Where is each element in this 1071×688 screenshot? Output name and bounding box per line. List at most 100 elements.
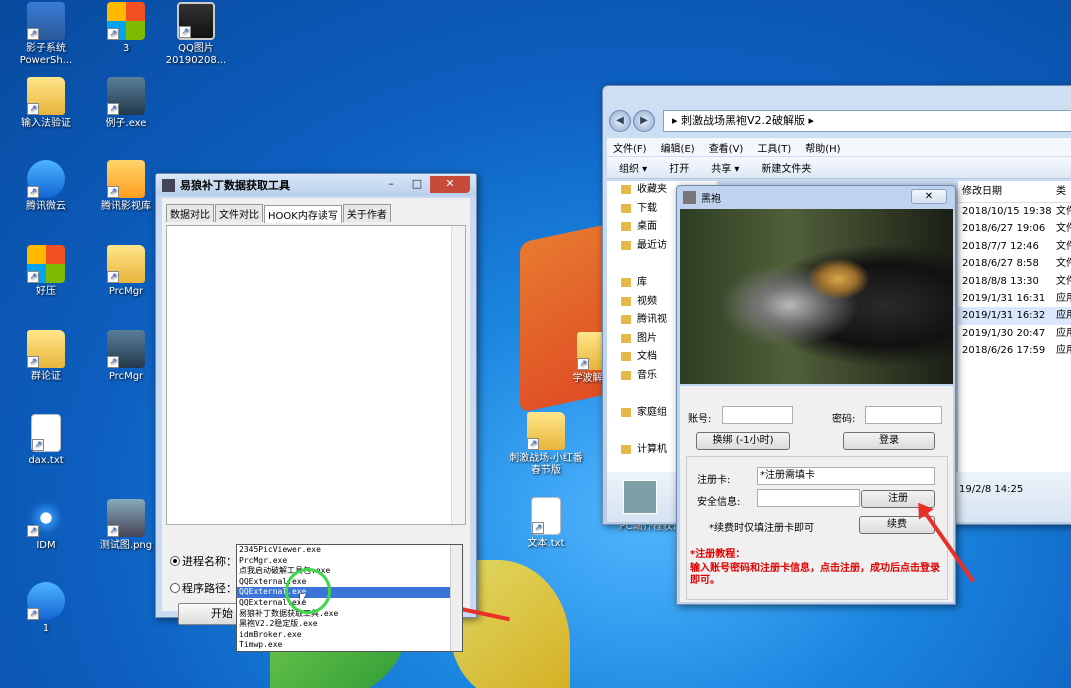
type-cell: 应用 xyxy=(1056,345,1071,357)
start-button[interactable]: 开始 xyxy=(178,603,238,625)
type-cell: 应用 xyxy=(1056,327,1071,339)
table-row[interactable]: 2018/6/27 8:58 文件 xyxy=(958,255,1071,272)
command-button[interactable]: 组织 ▾ xyxy=(619,160,647,175)
orange-icon: ↗ xyxy=(107,160,145,198)
desktop-icon[interactable]: ↗ 文本.txt xyxy=(506,497,586,550)
heipao-window: 黑袍 ✕ 账号: 密码: 换绑 (-1小时) 登录 注册卡: *注册需填卡 安全… xyxy=(676,185,956,605)
process-label: 进程名称： xyxy=(182,555,237,568)
tab-about-author[interactable]: 关于作者 xyxy=(342,204,391,222)
date-cell: 2019/1/31 16:32 xyxy=(962,310,1046,322)
command-button[interactable]: 打开 xyxy=(669,160,689,175)
menu-item[interactable]: 编辑(E) xyxy=(661,140,695,155)
desktop-icon[interactable]: ↗ 刺激战场-小红番春节版 xyxy=(506,412,586,477)
shortcut-arrow-icon: ↗ xyxy=(179,26,191,38)
address-bar[interactable]: ▸ 刺激战场黑袍V2.2破解版 ▸ xyxy=(663,110,1071,132)
path-radio[interactable] xyxy=(170,583,180,593)
dropdown-option[interactable]: Timwp.exe xyxy=(237,640,462,651)
password-input[interactable] xyxy=(865,406,942,424)
menu-item[interactable]: 文件(F) xyxy=(613,140,647,155)
dark-icon: ↗ xyxy=(107,330,145,368)
table-row[interactable]: 2018/10/15 19:38 文件 xyxy=(958,203,1071,220)
desktop-icon[interactable]: ↗ 腾讯微云 xyxy=(6,160,86,213)
desktop-icon[interactable]: ↗ 1 xyxy=(6,582,86,635)
type-cell: 应用 xyxy=(1056,310,1071,322)
desktop-icon[interactable]: ↗ PrcMgr xyxy=(86,330,166,383)
desktop-icon[interactable]: ↗ 好压 xyxy=(6,245,86,298)
renew-button[interactable]: 续费 xyxy=(859,516,935,534)
login-button[interactable]: 登录 xyxy=(843,432,935,450)
process-name-row[interactable]: 进程名称： xyxy=(170,553,237,569)
table-row[interactable]: 2019/1/30 20:47 应用 xyxy=(958,325,1071,342)
desktop-icon[interactable]: ↗ 腾讯影视库 xyxy=(86,160,166,213)
close-button[interactable]: ✕ xyxy=(911,189,947,204)
forward-button[interactable]: ▶ xyxy=(633,110,655,132)
desktop-icon-label: 腾讯影视库 xyxy=(101,201,151,212)
desktop-icon-label: PrcMgr xyxy=(108,371,144,382)
dropdown-option[interactable]: PrcMgr.exe xyxy=(237,556,462,567)
minimize-button[interactable]: – xyxy=(378,176,404,193)
dropdown-option[interactable]: 2345PicViewer.exe xyxy=(237,545,462,556)
dropdown-option[interactable]: QQExternal.exe xyxy=(237,577,462,588)
menu-item[interactable]: 帮助(H) xyxy=(805,140,840,155)
type-column-header[interactable]: 类 xyxy=(1056,181,1066,202)
command-button[interactable]: 共享 ▾ xyxy=(711,160,739,175)
desktop-icon[interactable]: ↗ 3 xyxy=(86,2,166,55)
desktop-icon-label: 例子.exe xyxy=(105,118,147,129)
close-button[interactable]: ✕ xyxy=(430,176,470,193)
account-input[interactable] xyxy=(722,406,793,424)
dropdown-scrollbar[interactable] xyxy=(450,545,462,651)
desktop-icon-label: 刺激战场-小红番春节版 xyxy=(509,453,583,476)
file-icon: ↗ xyxy=(531,497,561,535)
table-row[interactable]: 2018/8/8 13:30 文件 xyxy=(958,273,1071,290)
menu-item[interactable]: 查看(V) xyxy=(709,140,744,155)
tab-data-compare[interactable]: 数据对比 xyxy=(166,204,214,222)
dropdown-option[interactable]: QQExternal.exe xyxy=(237,598,462,609)
desktop-icon-label: 影子系统 PowerSh... xyxy=(19,43,73,66)
table-row[interactable]: 2019/1/31 16:32 应用 xyxy=(958,307,1071,325)
back-button[interactable]: ◀ xyxy=(609,110,631,132)
table-row[interactable]: 2018/6/27 19:06 文件 xyxy=(958,220,1071,237)
desktop-icon[interactable]: ↗ 例子.exe xyxy=(86,77,166,130)
date-column-header[interactable]: 修改日期 xyxy=(962,181,1056,202)
command-button[interactable]: 新建文件夹 xyxy=(761,160,811,175)
dropdown-option[interactable]: 易狼补丁数据获取工具.exe xyxy=(237,609,462,620)
multi-icon: ↗ xyxy=(107,2,145,40)
process-radio[interactable] xyxy=(170,556,180,566)
path-row[interactable]: 程序路径： xyxy=(170,580,237,596)
output-textarea[interactable] xyxy=(166,225,466,525)
maximize-button[interactable]: □ xyxy=(404,176,430,193)
dropdown-option[interactable]: QQExternal.exe xyxy=(237,587,462,598)
desktop-icon[interactable]: ↗ IDM xyxy=(6,499,86,552)
desktop-icon[interactable]: ↗ QQ图片 20190208... xyxy=(156,2,236,67)
desktop-icon[interactable]: ↗ 输入法验证 xyxy=(6,77,86,130)
desktop-icon[interactable]: ↗ dax.txt xyxy=(6,414,86,467)
table-row[interactable]: 2018/6/26 17:59 应用 xyxy=(958,342,1071,359)
desktop-icon[interactable]: ↗ 测试图.png xyxy=(86,499,166,552)
card-input[interactable]: *注册需填卡 xyxy=(757,467,935,485)
unbind-button[interactable]: 换绑 (-1小时) xyxy=(696,432,790,450)
file-thumbnail-icon xyxy=(623,480,657,514)
desktop-icon[interactable]: ↗ PrcMgr xyxy=(86,245,166,298)
blue-icon: ↗ xyxy=(27,582,65,620)
app-icon xyxy=(162,178,175,192)
dropdown-option[interactable]: 黑袍V2.2稳定版.exe xyxy=(237,619,462,630)
command-bar: 组织 ▾ 打开 共享 ▾ 新建文件夹 xyxy=(607,157,1071,179)
menu-item[interactable]: 工具(T) xyxy=(757,140,791,155)
dropdown-option[interactable]: 点我启动破解工具包.exe xyxy=(237,566,462,577)
table-row[interactable]: 2018/7/7 12:46 文件 xyxy=(958,238,1071,255)
tab-hook-memory[interactable]: HOOK内存读写 xyxy=(264,205,342,223)
process-dropdown-list[interactable]: 2345PicViewer.exe PrcMgr.exe 点我启动破解工具包.exe… xyxy=(236,544,463,652)
type-cell: 文件 xyxy=(1056,206,1071,217)
type-cell: 文件 xyxy=(1056,275,1071,287)
ps-icon: ↗ xyxy=(27,2,65,40)
file-icon: ↗ xyxy=(31,414,61,452)
dropdown-option[interactable]: idmBroker.exe xyxy=(237,630,462,641)
desktop-icon[interactable]: ↗ 影子系统 PowerSh... xyxy=(6,2,86,67)
table-row[interactable]: 2019/1/31 16:31 应用 xyxy=(958,290,1071,307)
date-cell: 2019/1/31 16:31 xyxy=(962,292,1046,304)
security-input[interactable] xyxy=(757,489,860,507)
desktop-icon[interactable]: ↗ 群论证 xyxy=(6,330,86,383)
scrollbar[interactable] xyxy=(451,226,465,524)
shortcut-arrow-icon: ↗ xyxy=(32,439,44,451)
tab-file-compare[interactable]: 文件对比 xyxy=(215,204,263,222)
